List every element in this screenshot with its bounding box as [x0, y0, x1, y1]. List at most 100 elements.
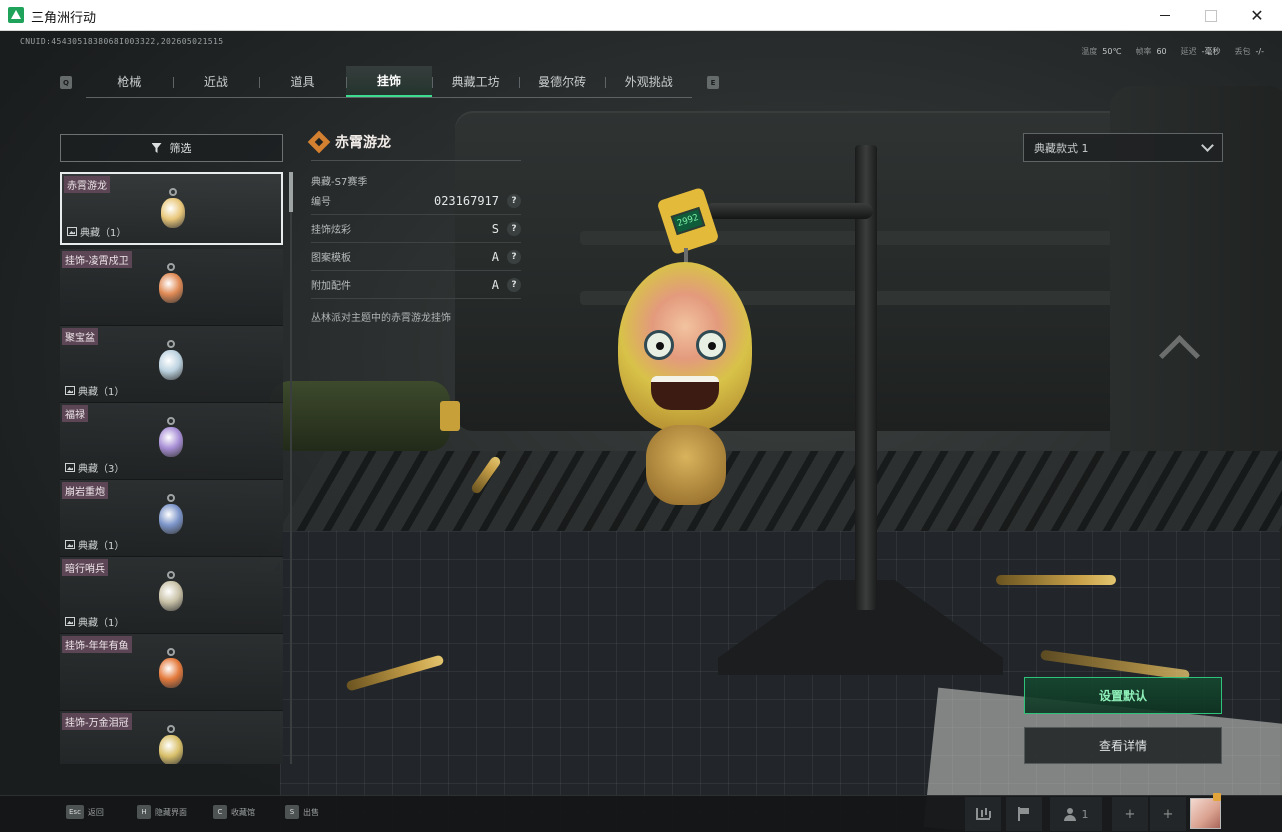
- tab-charms[interactable]: 挂饰: [345, 66, 433, 97]
- item-thumbnail: [156, 263, 186, 307]
- funnel-icon: [151, 143, 162, 153]
- charm-thumbnail: [161, 198, 185, 228]
- close-button[interactable]: ✕: [1234, 0, 1280, 31]
- dragon-mouth: [651, 376, 719, 410]
- style-variant-select[interactable]: 典藏款式 1: [1023, 133, 1223, 162]
- hint-hide-ui[interactable]: H 隐藏界面: [137, 805, 187, 819]
- charm-thumbnail: [159, 735, 183, 764]
- rarity-diamond-icon: [307, 130, 331, 154]
- list-item[interactable]: 挂饰-万金泪冠: [60, 711, 283, 764]
- hint-collection[interactable]: C 收藏馆: [213, 805, 255, 819]
- window-title: 三角洲行动: [31, 11, 97, 26]
- list-scrollbar[interactable]: [290, 172, 292, 764]
- minimize-button[interactable]: [1142, 0, 1188, 31]
- list-item[interactable]: 挂饰-年年有鱼: [60, 634, 283, 711]
- divider: [311, 160, 521, 161]
- list-item[interactable]: 挂饰-凌霄戍卫: [60, 249, 283, 326]
- help-icon[interactable]: ?: [507, 277, 521, 292]
- stats-button[interactable]: [965, 797, 1001, 831]
- bar-chart-icon: [976, 808, 990, 820]
- tab-melee[interactable]: 近战: [172, 66, 260, 97]
- item-name: 挂饰-万金泪冠: [62, 713, 132, 730]
- keyring-icon: [167, 263, 175, 271]
- party-count: 1: [1081, 807, 1089, 821]
- window-titlebar: 三角洲行动 ✕: [0, 0, 1282, 31]
- badge-text: 典藏（1）: [78, 618, 125, 629]
- set-default-button[interactable]: 设置默认: [1024, 677, 1222, 714]
- canister-cap-decor: [440, 401, 460, 431]
- tab-firearms[interactable]: 枪械: [86, 66, 173, 97]
- charm-thumbnail: [159, 273, 183, 303]
- list-item[interactable]: 赤霄游龙 典藏（1）: [60, 172, 283, 245]
- chevron-up-icon: [1155, 331, 1209, 361]
- keyring-icon: [167, 648, 175, 656]
- list-item[interactable]: 福禄 典藏（3）: [60, 403, 283, 480]
- uid-watermark: CNUID:4543051838068I003322,202605021515: [20, 37, 224, 46]
- image-icon: [65, 540, 75, 549]
- item-name: 聚宝盆: [62, 328, 98, 345]
- key-h: H: [137, 805, 151, 819]
- filter-button[interactable]: 筛选: [60, 134, 283, 162]
- row-label: 附加配件: [311, 281, 351, 292]
- detail-row-accessory: 附加配件 A?: [311, 271, 521, 299]
- next-tab-key[interactable]: E: [707, 76, 719, 89]
- collection-badge: 典藏（1）: [65, 383, 124, 398]
- add-slot-button[interactable]: +: [1150, 797, 1186, 831]
- row-value: A: [491, 277, 499, 292]
- image-icon: [65, 617, 75, 626]
- prev-tab-key[interactable]: Q: [60, 76, 72, 89]
- detail-row-color: 挂饰炫彩 S?: [311, 215, 521, 243]
- view-details-button[interactable]: 查看详情: [1024, 727, 1222, 764]
- list-item[interactable]: 暗行哨兵典藏（1）: [60, 557, 283, 634]
- party-button[interactable]: 1: [1050, 797, 1102, 831]
- detail-header: 赤霄游龙: [307, 130, 521, 154]
- charm-thumbnail: [159, 427, 183, 457]
- collection-badge: 典藏（3）: [65, 460, 124, 475]
- charm-thumbnail: [159, 581, 183, 611]
- collection-badge: 典藏（1）: [65, 537, 124, 552]
- collection-badge: 典藏（1）: [65, 614, 124, 629]
- stat-temperature: 温度 50℃: [1081, 47, 1122, 56]
- person-icon: [1063, 807, 1076, 821]
- list-item[interactable]: 崩岩重炮典藏（1）: [60, 480, 283, 557]
- help-icon[interactable]: ?: [507, 249, 521, 264]
- filter-label: 筛选: [169, 142, 192, 155]
- row-label: 编号: [311, 197, 331, 208]
- hint-sell[interactable]: S 出售: [285, 805, 319, 819]
- tab-mandel-brick[interactable]: 曼德尔砖: [518, 66, 606, 97]
- item-name: 崩岩重炮: [62, 482, 108, 499]
- flag-button[interactable]: [1006, 797, 1042, 831]
- list-item[interactable]: 聚宝盆典藏（1）: [60, 326, 283, 403]
- detail-row-pattern: 图案模板 A?: [311, 243, 521, 271]
- hint-back[interactable]: Esc 返回: [66, 805, 104, 819]
- item-thumbnail: [156, 340, 186, 384]
- row-value: A: [491, 249, 499, 264]
- item-name: 暗行哨兵: [62, 559, 108, 576]
- maximize-button[interactable]: [1188, 0, 1234, 31]
- detail-title: 赤霄游龙: [335, 135, 391, 151]
- tab-collection-workshop[interactable]: 典藏工坊: [432, 66, 519, 97]
- detail-description: 丛林派对主题中的赤霄游龙挂饰: [311, 313, 451, 324]
- performance-stats: 温度 50℃ 帧率 60 延迟 -毫秒 丢包 -/-: [1081, 46, 1264, 57]
- bullet-decor: [996, 575, 1116, 585]
- list-scroll-thumb[interactable]: [289, 172, 293, 212]
- help-icon[interactable]: ?: [507, 221, 521, 236]
- keyring-icon: [167, 494, 175, 502]
- help-icon[interactable]: ?: [507, 193, 521, 208]
- dragon-eye: [696, 330, 726, 360]
- item-thumbnail: [156, 725, 186, 764]
- row-value: S: [491, 221, 499, 236]
- key-esc: Esc: [66, 805, 84, 819]
- detail-row-serial: 编号 023167917?: [311, 187, 521, 215]
- dragon-body: [646, 425, 726, 505]
- hint-label: 出售: [303, 807, 319, 817]
- tab-appearance-challenge[interactable]: 外观挑战: [605, 66, 692, 97]
- tab-props[interactable]: 道具: [259, 66, 346, 97]
- key-s: S: [285, 805, 299, 819]
- bottom-bar: Esc 返回 H 隐藏界面 C 收藏馆 S 出售 1 + +: [0, 795, 1282, 832]
- add-slot-button[interactable]: +: [1112, 797, 1148, 831]
- avatar[interactable]: [1190, 798, 1221, 829]
- charm-thumbnail: [159, 658, 183, 688]
- category-tabs: 枪械 近战 道具 挂饰 典藏工坊 曼德尔砖 外观挑战: [86, 66, 692, 98]
- item-thumbnail: [156, 571, 186, 615]
